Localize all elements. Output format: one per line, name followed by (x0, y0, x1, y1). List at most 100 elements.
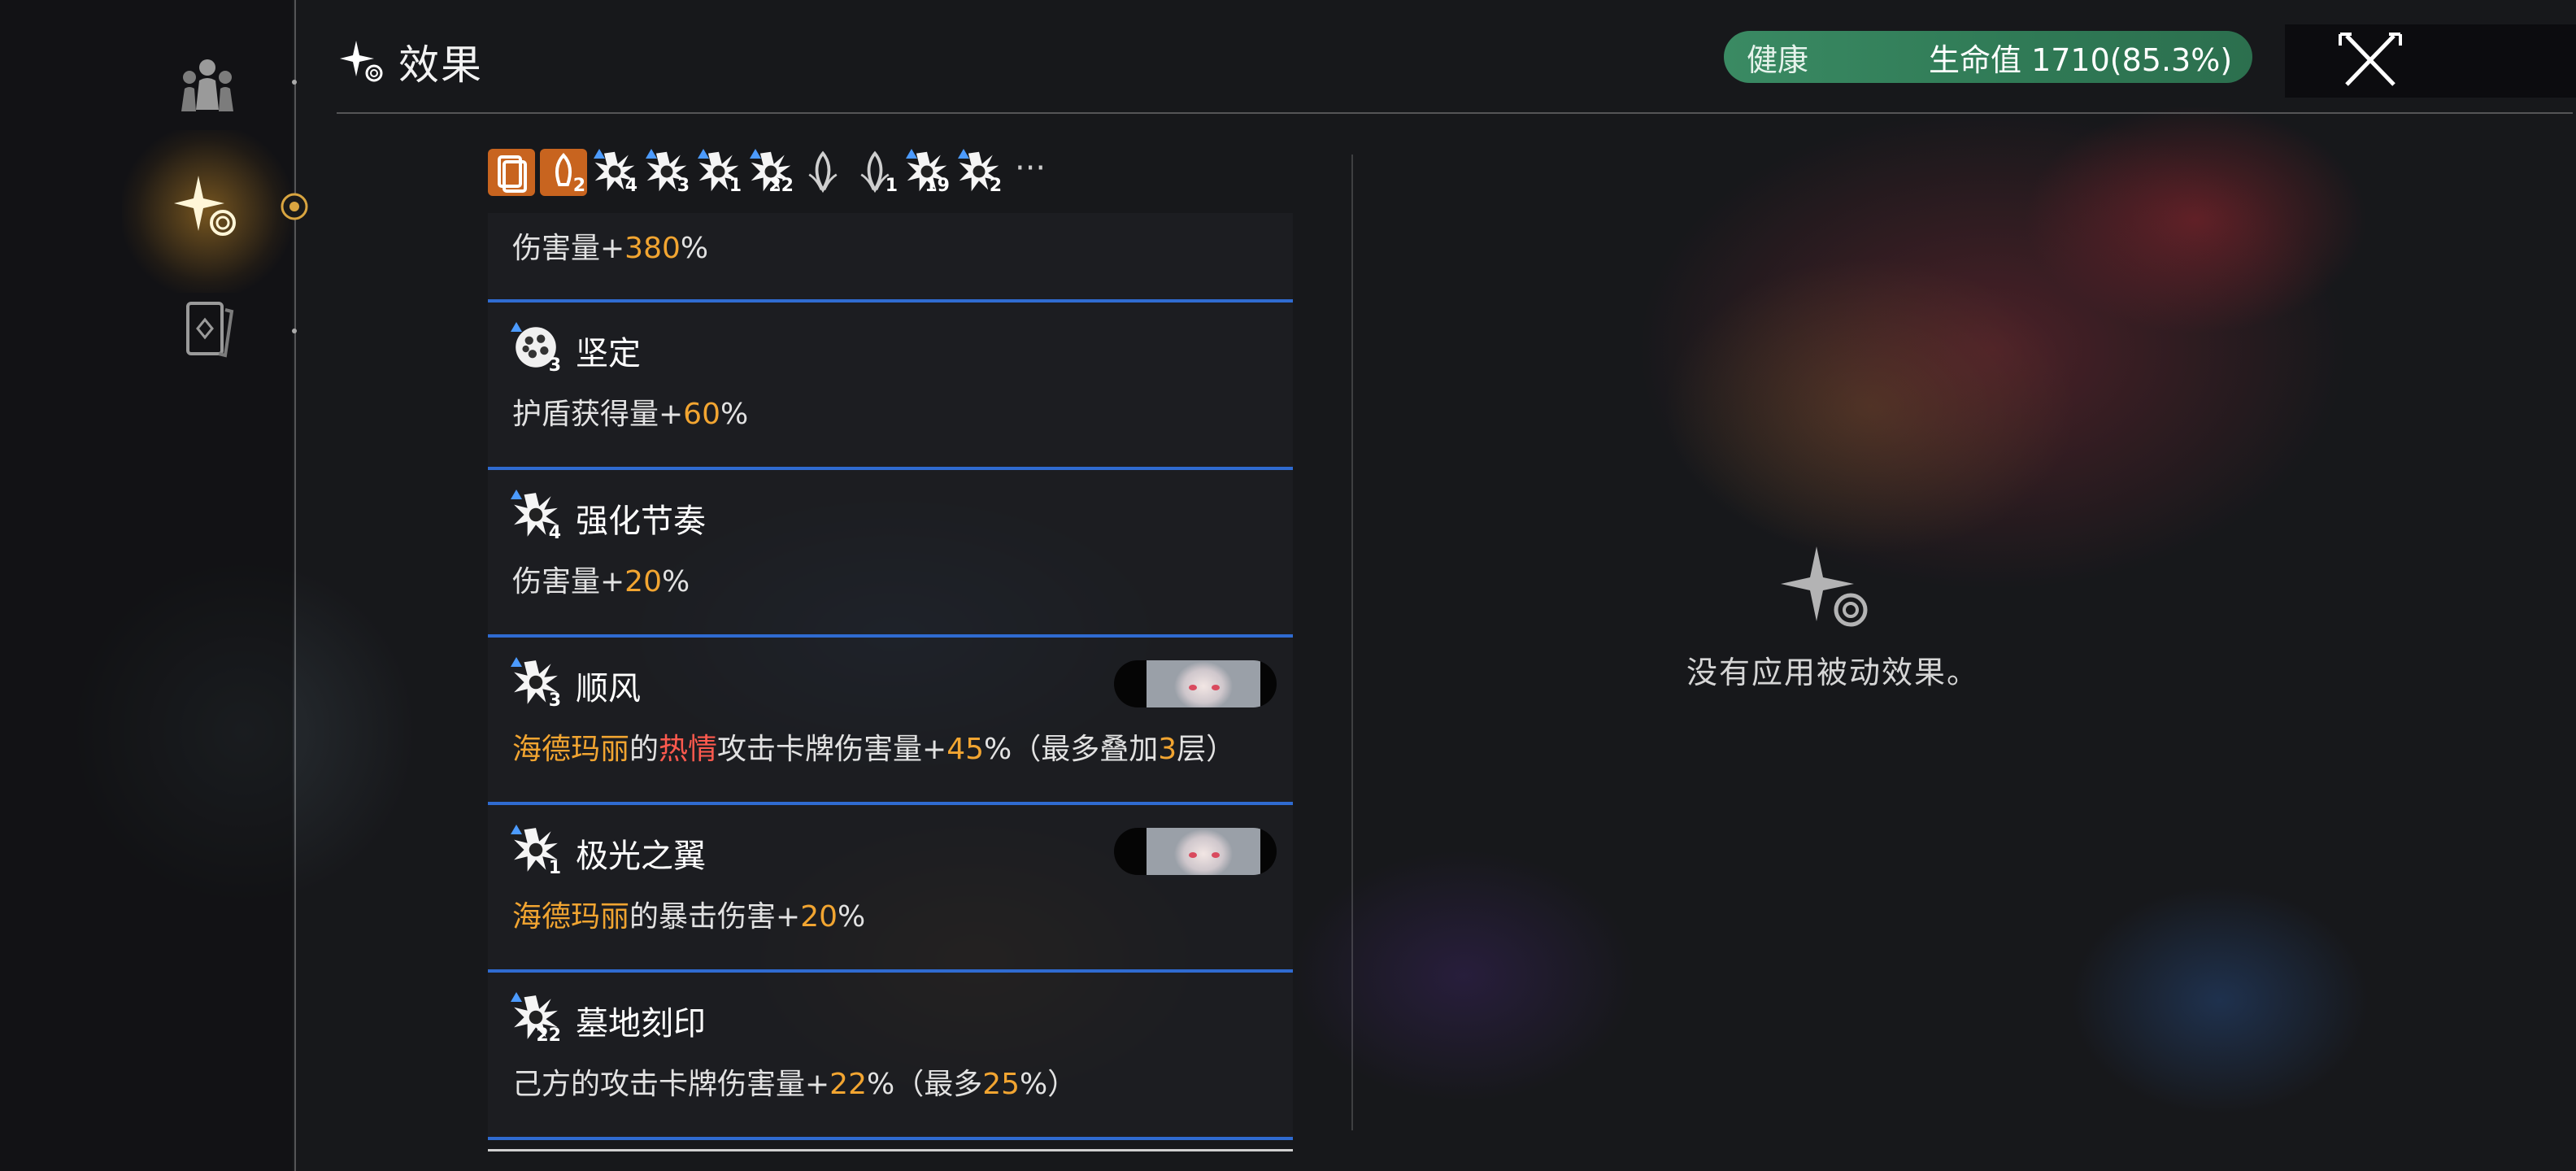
description-segment: 60 (683, 398, 720, 431)
sidebar-divider (294, 0, 296, 1171)
shield-cluster-icon: 3 (511, 322, 561, 376)
effect-item[interactable]: 22 墓地刻印 己方的攻击卡牌伤害量+22%（最多25%） (488, 973, 1293, 1140)
description-segment: 25 (982, 1068, 1020, 1101)
effect-item[interactable]: 3 坚定护盾获得量+60% (488, 303, 1293, 470)
aurora-wing-icon[interactable]: 1 (696, 149, 743, 196)
icon-count: 1 (885, 176, 898, 196)
description-segment: 热情 (659, 733, 718, 766)
character-portrait-badge (1114, 660, 1277, 707)
description-segment: 攻击卡牌伤害量+ (717, 733, 947, 766)
grave-mark-icon[interactable]: 22 (748, 149, 795, 196)
description-segment: 伤害量+ (512, 232, 625, 265)
effect-item[interactable]: 伤害量+380% (488, 213, 1293, 303)
icon-count: 19 (925, 176, 950, 196)
leaf-rank-icon[interactable]: 1 (852, 149, 899, 196)
effect-stack-count: 3 (548, 690, 561, 711)
wind-burst-icon: 3 (511, 657, 561, 711)
description-segment: 己方的攻击卡牌伤害量+ (512, 1068, 830, 1101)
effect-stack-count: 1 (548, 858, 561, 878)
sidebar-item-characters[interactable] (163, 41, 252, 130)
icon-count: 4 (624, 176, 637, 196)
health-label: 健康 (1747, 41, 1809, 78)
description-segment: 3 (1158, 733, 1177, 766)
effect-description: 伤害量+380% (512, 224, 708, 267)
close-button[interactable] (2335, 29, 2405, 91)
leaf-icon[interactable] (800, 149, 847, 196)
more-effects-button[interactable]: ··· (1015, 150, 1046, 187)
effect-item[interactable]: 3 顺风海德玛丽的热情攻击卡牌伤害量+45%（最多叠加3层） (488, 638, 1293, 805)
icon-count: 2 (989, 176, 1002, 196)
effect-list: 伤害量+380% 3 坚定 护盾获得量+60% 4 强化节奏 伤害量+20% 3 顺风 海德玛丽的… (488, 213, 1293, 1140)
description-segment: %（最多叠加 (984, 733, 1159, 766)
effect-item[interactable]: 4 强化节奏伤害量+20% (488, 470, 1293, 638)
effects-sparkle-icon (174, 176, 236, 236)
effect-description: 海德玛丽的热情攻击卡牌伤害量+45%（最多叠加3层） (512, 725, 1235, 768)
close-icon (2339, 33, 2402, 86)
effect-title: 极光之翼 (576, 838, 706, 875)
effect-stack-count: 3 (548, 355, 561, 376)
upgrade-marker-icon (750, 149, 761, 159)
aurora-wing-icon: 1 (511, 825, 561, 878)
effects-title-icon (340, 41, 383, 82)
close-button-area (2285, 24, 2576, 98)
upgrade-marker-icon (698, 149, 709, 159)
description-segment: %（最多 (866, 1068, 983, 1101)
description-segment: % (680, 232, 709, 265)
nav-dot (292, 80, 297, 85)
description-segment: %） (1020, 1068, 1077, 1101)
description-segment: 海德玛丽 (512, 900, 630, 934)
description-segment: % (838, 900, 866, 934)
active-marker-icon (281, 193, 308, 220)
effect-description: 护盾获得量+60% (512, 390, 748, 433)
rhythm-burst-icon: 4 (511, 490, 561, 543)
effect-title: 顺风 (576, 670, 641, 707)
effect-stack-count: 22 (536, 1025, 561, 1046)
icon-count: 2 (572, 176, 585, 196)
item-separator (488, 1137, 1293, 1140)
health-badge: 健康 生命值 1710(85.3%) (1724, 31, 2252, 83)
avatar (1147, 828, 1260, 875)
effect-stack-count: 4 (548, 523, 561, 543)
panel-divider (1351, 155, 1353, 1130)
avatar (1147, 660, 1260, 707)
character-portrait-badge (1114, 828, 1277, 875)
upgrade-marker-icon (906, 149, 917, 159)
grave-mark-icon: 22 (511, 992, 561, 1046)
description-segment: % (661, 565, 690, 599)
effect-title: 坚定 (576, 335, 641, 372)
sidebar-item-cards[interactable] (163, 285, 252, 374)
icon-count: 3 (677, 176, 690, 196)
rhythm-burst-icon[interactable]: 4 (592, 149, 639, 196)
relic-icon[interactable]: 2 (540, 149, 587, 196)
description-segment: 的 (629, 733, 659, 766)
effect-description: 海德玛丽的暴击伤害+20% (512, 893, 865, 935)
effect-item[interactable]: 1 极光之翼海德玛丽的暴击伤害+20% (488, 805, 1293, 973)
sidebar-item-effects[interactable] (163, 163, 252, 252)
upgrade-marker-icon (958, 149, 969, 159)
description-segment: 22 (829, 1068, 867, 1101)
description-segment: 伤害量+ (512, 565, 625, 599)
passive-effects-icon (1781, 546, 1868, 627)
page-title-text: 效果 (398, 41, 483, 89)
list-bottom-line (488, 1149, 1293, 1151)
description-segment: 380 (624, 232, 681, 265)
icon-count: 22 (768, 176, 794, 196)
card-stack-icon[interactable] (488, 149, 535, 196)
no-passive-effects-text: 没有应用被动效果。 (1686, 655, 1980, 690)
effect-icon-bar: 2 4 3 1 22 1 19 2 ··· (488, 149, 1046, 196)
effect-description: 己方的攻击卡牌伤害量+22%（最多25%） (512, 1060, 1077, 1103)
description-segment: 20 (624, 565, 662, 599)
description-segment: 20 (800, 900, 838, 934)
fist-icon[interactable]: 19 (904, 149, 951, 196)
effect-title: 强化节奏 (576, 503, 706, 540)
effect-description: 伤害量+20% (512, 558, 690, 600)
description-segment: 的暴击伤害+ (629, 900, 801, 934)
health-value: 生命值 1710(85.3%) (1929, 41, 2233, 78)
wind-burst-icon[interactable]: 3 (644, 149, 691, 196)
cards-icon (186, 302, 234, 358)
upgrade-marker-icon (646, 149, 657, 159)
effect-title: 墓地刻印 (576, 1005, 706, 1043)
nav-dot (292, 329, 297, 333)
characters-icon (181, 59, 233, 111)
burst-icon[interactable]: 2 (956, 149, 1003, 196)
